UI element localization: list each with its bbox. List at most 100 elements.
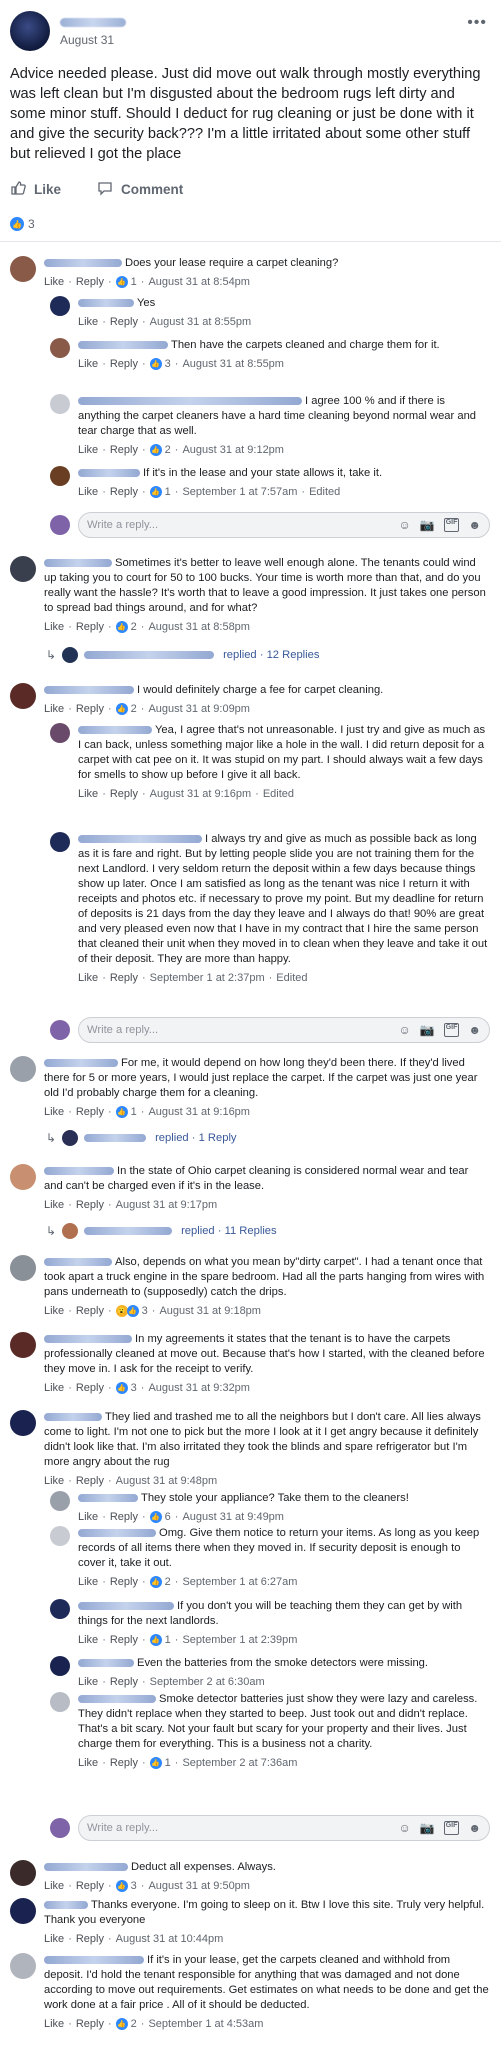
comment-time[interactable]: September 2 at 7:36am xyxy=(182,1757,297,1769)
comment-reply-link[interactable]: Reply xyxy=(76,1933,104,1945)
comment-like-link[interactable]: Like xyxy=(78,1634,98,1646)
sticker-icon[interactable]: ☻ xyxy=(468,1023,481,1037)
comment-like-link[interactable]: Like xyxy=(44,2018,64,2030)
commenter-avatar[interactable] xyxy=(10,256,36,282)
poster-avatar[interactable] xyxy=(10,11,50,51)
commenter-name[interactable] xyxy=(44,1335,132,1344)
comment-like-link[interactable]: Like xyxy=(44,703,64,715)
commenter-avatar[interactable] xyxy=(50,394,70,414)
comment-like-link[interactable]: Like xyxy=(78,972,98,984)
comment-reply-link[interactable]: Reply xyxy=(110,1676,138,1688)
post-time[interactable]: August 31 xyxy=(60,33,126,47)
commenter-avatar[interactable] xyxy=(10,1953,36,1979)
poster-name[interactable] xyxy=(60,18,126,28)
comment-reply-link[interactable]: Reply xyxy=(110,788,138,800)
comment-reply-link[interactable]: Reply xyxy=(76,621,104,633)
comment-like-link[interactable]: Like xyxy=(44,1305,64,1317)
comment-like-link[interactable]: Like xyxy=(44,1475,64,1487)
commenter-avatar[interactable] xyxy=(50,1692,70,1712)
comment-like-link[interactable]: Like xyxy=(44,1106,64,1118)
comment-time[interactable]: August 31 at 8:55pm xyxy=(150,316,252,328)
commenter-name[interactable] xyxy=(78,299,134,308)
comment-like-link[interactable]: Like xyxy=(78,486,98,498)
comment-time[interactable]: September 1 at 4:53am xyxy=(148,2018,263,2030)
emoji-icon[interactable]: ☺ xyxy=(398,1821,410,1835)
reaction-count[interactable]: 👍 3 xyxy=(115,1382,137,1394)
comment-reply-link[interactable]: Reply xyxy=(110,1634,138,1646)
comment-time[interactable]: August 31 at 9:48pm xyxy=(116,1475,218,1487)
comment-like-link[interactable]: Like xyxy=(44,1880,64,1892)
comment-time[interactable]: August 31 at 10:44pm xyxy=(116,1933,224,1945)
comment-time[interactable]: September 1 at 2:37pm xyxy=(150,972,265,984)
commenter-avatar[interactable] xyxy=(10,1860,36,1886)
reaction-count[interactable]: 👍 1 xyxy=(149,486,171,498)
commenter-avatar[interactable] xyxy=(10,1410,36,1436)
comment-like-link[interactable]: Like xyxy=(44,1382,64,1394)
more-options-icon[interactable]: ••• xyxy=(467,14,487,32)
camera-icon[interactable]: 📷 xyxy=(420,1821,435,1835)
commenter-name[interactable] xyxy=(78,726,152,735)
commenter-name[interactable] xyxy=(44,1956,144,1965)
commenter-avatar[interactable] xyxy=(10,1255,36,1281)
comment-like-link[interactable]: Like xyxy=(44,1933,64,1945)
reaction-count[interactable]: 👍 3 xyxy=(115,1880,137,1892)
comment-reply-link[interactable]: Reply xyxy=(110,486,138,498)
edited-label[interactable]: Edited xyxy=(276,972,307,984)
view-replies-link[interactable]: ↳ replied · 1 Reply xyxy=(46,1130,237,1146)
reaction-summary[interactable]: 👍 3 xyxy=(10,217,35,231)
comment-time[interactable]: August 31 at 8:55pm xyxy=(182,358,284,370)
comment-reply-link[interactable]: Reply xyxy=(76,1880,104,1892)
commenter-avatar[interactable] xyxy=(10,1056,36,1082)
reply-input[interactable]: Write a reply... ☺ 📷 GIF ☻ xyxy=(78,1017,490,1043)
comment-like-link[interactable]: Like xyxy=(78,788,98,800)
comment-like-link[interactable]: Like xyxy=(78,1676,98,1688)
comment-time[interactable]: August 31 at 9:16pm xyxy=(148,1106,250,1118)
comment-time[interactable]: August 31 at 9:50pm xyxy=(148,1880,250,1892)
comment-reply-link[interactable]: Reply xyxy=(76,1199,104,1211)
comment-reply-link[interactable]: Reply xyxy=(110,358,138,370)
comment-time[interactable]: September 1 at 7:57am xyxy=(182,486,297,498)
commenter-name[interactable] xyxy=(78,469,140,478)
reaction-count[interactable]: 👍 1 xyxy=(149,1757,171,1769)
reaction-count[interactable]: 👍 3 xyxy=(149,358,171,370)
commenter-name[interactable] xyxy=(44,686,134,695)
comment-button[interactable]: Comment xyxy=(97,180,183,199)
commenter-avatar[interactable] xyxy=(10,1332,36,1358)
comment-reply-link[interactable]: Reply xyxy=(110,972,138,984)
comment-like-link[interactable]: Like xyxy=(78,444,98,456)
comment-time[interactable]: August 31 at 9:12pm xyxy=(182,444,284,456)
commenter-avatar[interactable] xyxy=(50,338,70,358)
comment-reply-link[interactable]: Reply xyxy=(76,1305,104,1317)
emoji-icon[interactable]: ☺ xyxy=(398,518,410,532)
comment-reply-link[interactable]: Reply xyxy=(110,316,138,328)
commenter-name[interactable] xyxy=(44,1167,114,1176)
commenter-avatar[interactable] xyxy=(10,1164,36,1190)
reaction-count[interactable]: 👍 1 xyxy=(115,1106,137,1118)
comment-time[interactable]: September 1 at 2:39pm xyxy=(182,1634,297,1646)
comment-time[interactable]: August 31 at 9:09pm xyxy=(148,703,250,715)
comment-like-link[interactable]: Like xyxy=(44,621,64,633)
comment-time[interactable]: August 31 at 9:32pm xyxy=(148,1382,250,1394)
commenter-name[interactable] xyxy=(44,1258,112,1267)
commenter-name[interactable] xyxy=(44,1059,118,1068)
reaction-count[interactable]: 👍 2 xyxy=(149,444,171,456)
gif-icon[interactable]: GIF xyxy=(443,1023,460,1037)
commenter-name[interactable] xyxy=(44,1901,88,1910)
sticker-icon[interactable]: ☻ xyxy=(468,1821,481,1835)
comment-reply-link[interactable]: Reply xyxy=(76,2018,104,2030)
commenter-name[interactable] xyxy=(44,1413,102,1422)
commenter-avatar[interactable] xyxy=(50,1491,70,1511)
comment-reply-link[interactable]: Reply xyxy=(110,1757,138,1769)
view-replies-link[interactable]: ↳ replied · 11 Replies xyxy=(46,1223,277,1239)
comment-time[interactable]: September 1 at 6:27am xyxy=(182,1576,297,1588)
edited-label[interactable]: Edited xyxy=(263,788,294,800)
commenter-avatar[interactable] xyxy=(10,683,36,709)
commenter-avatar[interactable] xyxy=(50,296,70,316)
commenter-name[interactable] xyxy=(78,1695,156,1704)
comment-reply-link[interactable]: Reply xyxy=(76,276,104,288)
view-replies-link[interactable]: ↳ replied · 12 Replies xyxy=(46,647,319,663)
commenter-avatar[interactable] xyxy=(50,832,70,852)
commenter-avatar[interactable] xyxy=(50,1526,70,1546)
gif-icon[interactable]: GIF xyxy=(443,518,460,532)
comment-time[interactable]: August 31 at 9:16pm xyxy=(150,788,252,800)
